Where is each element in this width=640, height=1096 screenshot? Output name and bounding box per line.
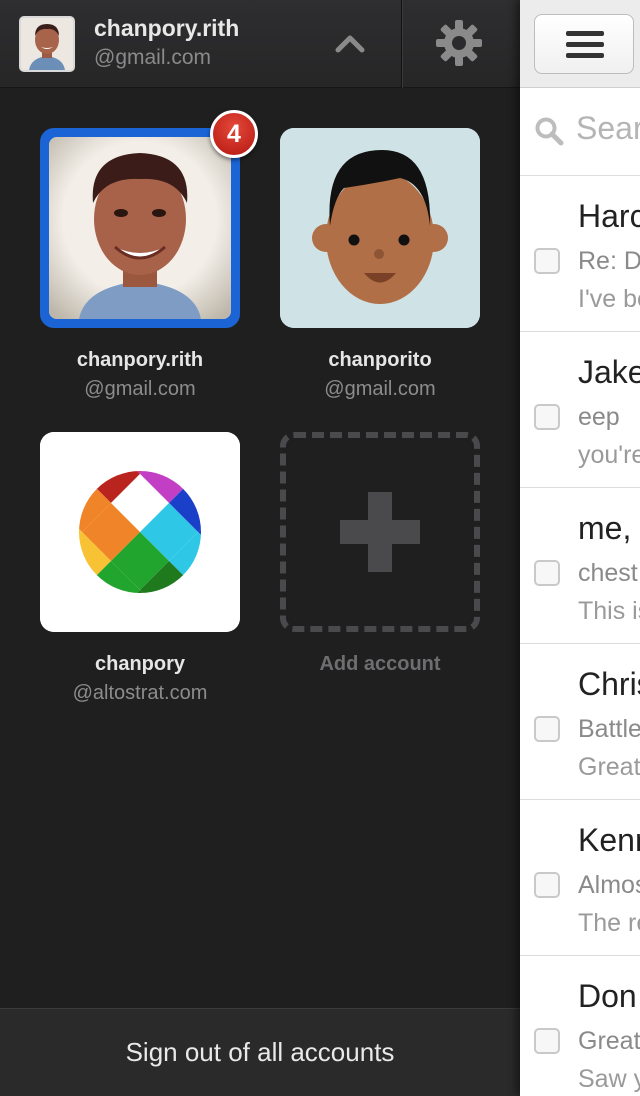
inbox-panel: Harc Re: D I've be Jake eep you're me, c…: [520, 0, 640, 1096]
add-account-button[interactable]: [280, 432, 480, 632]
message-checkbox[interactable]: [534, 248, 560, 274]
avatar-photo: [21, 18, 73, 70]
account-domain: @altostrat.com: [72, 682, 208, 704]
message-sender: Jake: [578, 354, 640, 390]
search-input[interactable]: [576, 110, 640, 147]
inbox-toolbar: [520, 0, 640, 88]
message-checkbox[interactable]: [534, 560, 560, 586]
drawer-header: chanpory.rith @gmail.com: [0, 0, 520, 88]
account-drawer: chanpory.rith @gmail.com 4 chanpory.rith…: [0, 0, 520, 1096]
plus-icon: [340, 492, 420, 572]
message-subject: Great: [578, 1027, 640, 1055]
message-checkbox[interactable]: [534, 404, 560, 430]
gear-icon[interactable]: [434, 18, 484, 68]
message-subject: Re: D: [578, 247, 640, 275]
unread-count-badge: 4: [210, 110, 258, 158]
search-bar: [520, 88, 640, 176]
message-snippet: This is: [578, 597, 640, 625]
message-row[interactable]: Chris Battle Great: [520, 644, 640, 800]
message-row[interactable]: Kenn Almos The re: [520, 800, 640, 956]
message-checkbox[interactable]: [534, 872, 560, 898]
message-sender: me,: [578, 510, 632, 546]
current-account-domain: @gmail.com: [94, 46, 212, 69]
altostrat-logo-icon: [40, 432, 240, 632]
add-account-label[interactable]: Add account: [260, 653, 500, 676]
header-divider: [401, 0, 402, 88]
account-name: chanpory.rith: [76, 349, 204, 371]
message-row[interactable]: Don Great Saw y: [520, 956, 640, 1096]
message-row[interactable]: Harc Re: D I've be: [520, 176, 640, 332]
hamburger-menu-icon[interactable]: [534, 14, 634, 74]
message-checkbox[interactable]: [534, 716, 560, 742]
account-name: chanpory: [94, 653, 186, 675]
account-tile-chanpory[interactable]: [40, 432, 240, 632]
current-account-name: chanpory.rith: [94, 15, 240, 41]
message-snippet: Great: [578, 753, 640, 781]
message-sender: Don: [578, 978, 637, 1014]
message-snippet: you're: [578, 441, 640, 469]
message-subject: eep: [578, 403, 620, 431]
message-snippet: The re: [578, 909, 640, 937]
account-photo: [49, 137, 231, 319]
message-checkbox[interactable]: [534, 1028, 560, 1054]
message-snippet: I've be: [578, 285, 640, 313]
search-icon: [534, 116, 564, 146]
account-domain: @gmail.com: [84, 378, 196, 400]
account-tile-chanporito[interactable]: [280, 128, 480, 328]
message-subject: Almos: [578, 871, 640, 899]
sign-out-all-button[interactable]: Sign out of all accounts: [0, 1008, 520, 1096]
message-snippet: Saw y: [578, 1065, 640, 1093]
account-tile-chanpory-rith[interactable]: [40, 128, 240, 328]
account-name: chanporito: [328, 349, 432, 371]
message-row[interactable]: me, chest This is: [520, 488, 640, 644]
current-account-avatar[interactable]: [19, 16, 75, 72]
message-row[interactable]: Jake eep you're: [520, 332, 640, 488]
account-domain: @gmail.com: [324, 378, 436, 400]
sign-out-label: Sign out of all accounts: [125, 1037, 395, 1067]
message-subject: chest: [578, 559, 638, 587]
message-sender: Chris: [578, 666, 640, 702]
message-sender: Harc: [578, 198, 640, 234]
chevron-up-icon[interactable]: [330, 26, 370, 62]
message-sender: Kenn: [578, 822, 640, 858]
cartoon-avatar-icon: [280, 128, 480, 328]
message-subject: Battle: [578, 715, 640, 743]
